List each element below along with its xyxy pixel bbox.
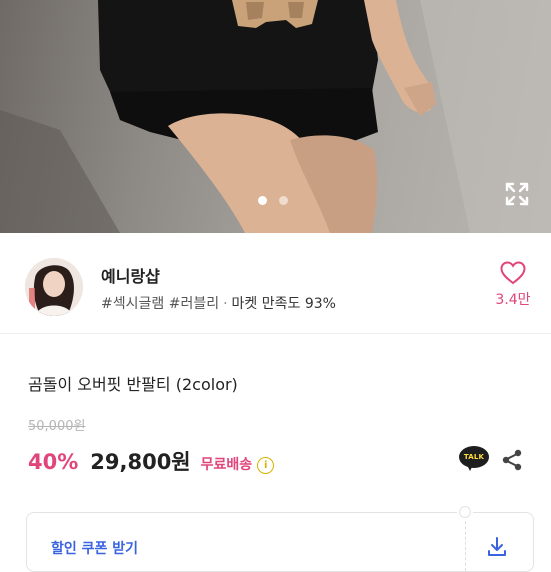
share-icon[interactable] [500, 448, 524, 472]
section-divider [0, 333, 551, 334]
download-icon[interactable] [485, 535, 509, 559]
tag-separator: · [223, 296, 228, 312]
gallery-pagination [258, 196, 288, 205]
product-title: 곰돌이 오버핏 반팔티 (2color) [28, 375, 238, 394]
shop-tag[interactable]: #러블리 [169, 296, 219, 312]
free-shipping-label: 무료배송 [200, 457, 253, 473]
sale-price: 29,800원 [90, 450, 191, 474]
heart-outline-icon [500, 261, 526, 285]
pagination-dot-active[interactable] [258, 196, 267, 205]
coupon-divider [465, 521, 466, 571]
coupon-button[interactable]: 할인 쿠폰 받기 [26, 505, 534, 572]
discount-rate: 40% [28, 450, 79, 474]
shop-tag[interactable]: #섹시글램 [101, 296, 164, 312]
expand-icon[interactable] [503, 180, 531, 208]
market-satisfaction: 마켓 만족도 93% [231, 296, 336, 312]
talk-icon-tail [466, 463, 474, 471]
shop-avatar[interactable] [25, 258, 83, 316]
coupon-label: 할인 쿠폰 받기 [51, 541, 139, 557]
talk-icon: TALK [459, 446, 489, 468]
price-row: 40% 29,800원 무료배송 i [28, 446, 275, 476]
product-image[interactable] [0, 0, 551, 233]
shop-info[interactable]: 예니랑샵 #섹시글램 #러블리 · 마켓 만족도 93% 3.4만 [0, 233, 551, 333]
coupon-notch [459, 506, 471, 518]
shop-tags: #섹시글램 #러블리 · 마켓 만족도 93% [101, 293, 336, 313]
pagination-dot[interactable] [279, 196, 288, 205]
info-icon[interactable]: i [257, 457, 275, 474]
shop-name[interactable]: 예니랑샵 [101, 263, 160, 287]
original-price: 50,000원 [28, 419, 86, 434]
kakaotalk-share-button[interactable]: TALK [459, 446, 489, 474]
like-count: 3.4만 [495, 292, 531, 308]
like-button[interactable]: 3.4만 [488, 261, 538, 309]
